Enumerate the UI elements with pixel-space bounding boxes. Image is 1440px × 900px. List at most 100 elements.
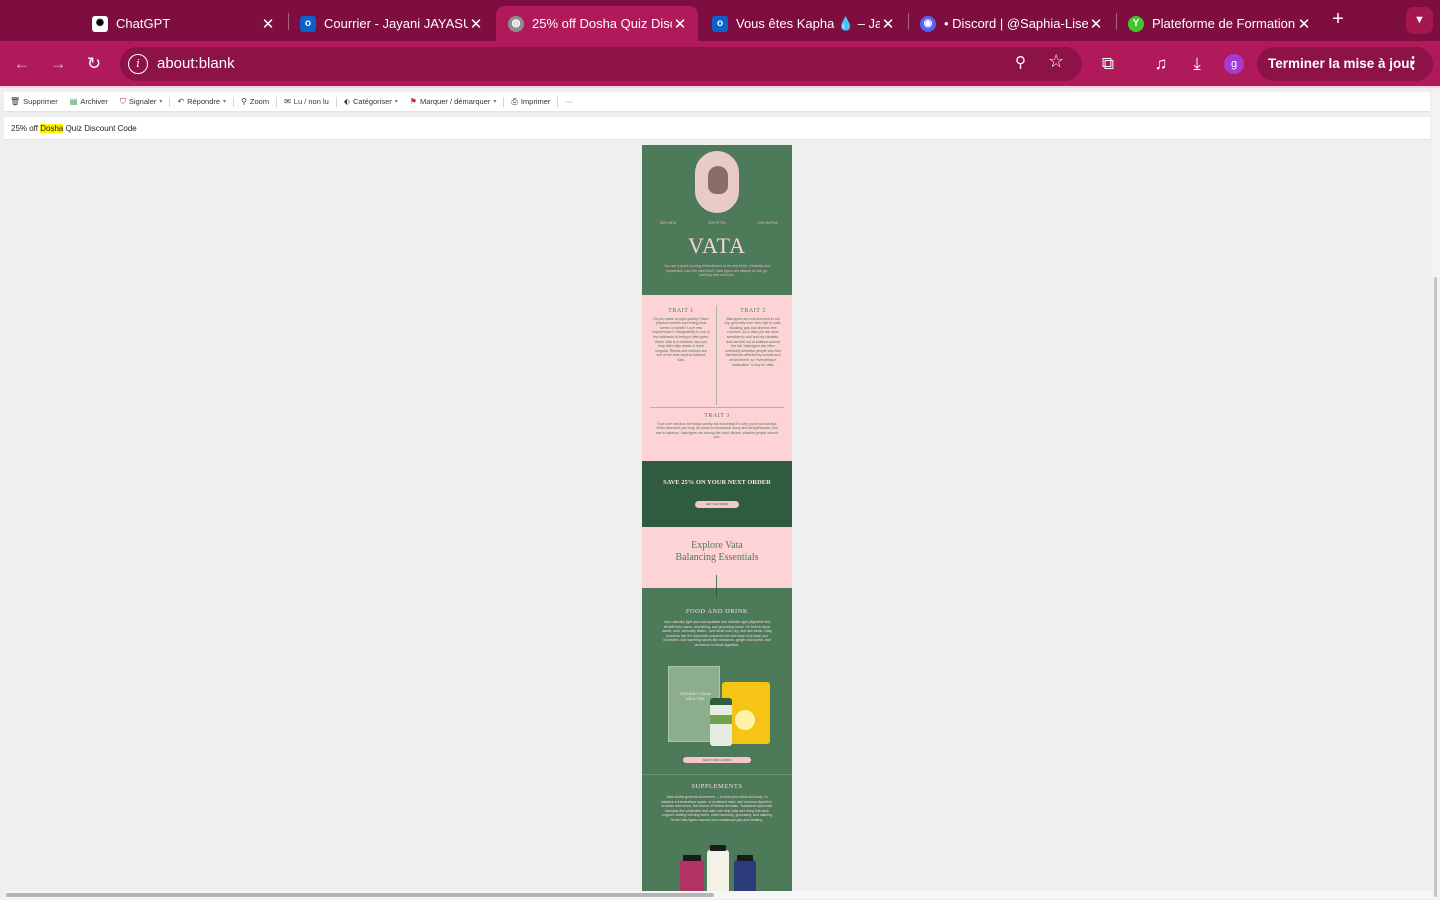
report-button[interactable]: ⛉ Signaler ▾ [114, 92, 169, 112]
offer-banner: SAVE 25% ON YOUR NEXT ORDER GET THE OFFE… [642, 461, 792, 527]
food-heading: FOOD AND DRINK [685, 608, 749, 615]
flag-button[interactable]: ⚑ Marquer / démarquer ▾ [404, 92, 503, 112]
dosha-percent-left: 50% VATA [660, 221, 677, 225]
update-button-label: Terminer la mise à jour [1268, 56, 1415, 71]
read-unread-button[interactable]: ✉ Lu / non lu [278, 92, 335, 112]
pink-bottle-image [680, 855, 704, 891]
print-button[interactable]: ⎙ Imprimer [505, 92, 556, 112]
reply-button[interactable]: ↶ Répondre ▾ [171, 92, 232, 112]
reload-button[interactable]: ↻ [82, 52, 106, 76]
jar-image [710, 698, 732, 746]
tab-outlook-mail[interactable]: o Courrier - Jayani JAYASURIYA - Outlook… [288, 6, 494, 41]
outlook-icon: o [712, 15, 728, 32]
trait-3: TRAIT 3 Your core needs to be things qui… [655, 413, 779, 440]
reading-pane[interactable]: 50% VATA 30% PITTA 20% KAPHA VATA You ar… [4, 143, 1430, 891]
close-tab-icon[interactable]: ✕ [1088, 15, 1104, 33]
close-tab-icon[interactable]: ✕ [1296, 15, 1312, 33]
message-subject: 25% off Dosha Quiz Discount Code [4, 117, 1430, 140]
tag-icon: ⬖ [343, 97, 350, 106]
vertical-scrollbar[interactable] [1432, 92, 1440, 900]
email-body: 50% VATA 30% PITTA 20% KAPHA VATA You ar… [642, 145, 792, 891]
globe-icon: ◍ [508, 15, 524, 32]
forward-button[interactable]: → [46, 52, 70, 76]
discord-icon: ◉ [920, 15, 936, 32]
chevron-down-icon: ▾ [159, 99, 163, 105]
extensions-icon[interactable]: ⧉ [1096, 52, 1120, 76]
close-tab-icon[interactable]: ✕ [468, 15, 484, 33]
bookmark-star-icon[interactable]: ☆ [1048, 51, 1064, 72]
browser-toolbar: ← → ↻ i about:blank ⚲ ☆ ⧉ ♫ ⤓ g Terminer… [0, 41, 1440, 88]
kebab-menu-icon[interactable]: ⋮ [1405, 47, 1421, 81]
dosha-intro: You are a quick moving embodiment of air… [663, 264, 771, 278]
tab-discord[interactable]: ◉ • Discord | @Saphia-Lise ✕ [908, 6, 1114, 41]
back-button[interactable]: ← [10, 52, 34, 76]
horizontal-scrollbar[interactable] [6, 891, 1432, 899]
supplements-section: SUPPLEMENTS Vata dosha governs movement … [642, 774, 792, 891]
tab-title: Courrier - Jayani JAYASURIYA - Outlook [324, 16, 468, 31]
close-tab-icon[interactable]: ✕ [260, 15, 276, 33]
envelope-icon: ✉ [284, 97, 291, 106]
reply-icon: ↶ [177, 97, 185, 106]
message-action-ribbon: 🗑 Supprimer ▤ Archiver ⛉ Signaler ▾ ↶ Répondr… [4, 92, 1430, 112]
email-hero: 50% VATA 30% PITTA 20% KAPHA VATA You ar… [642, 145, 792, 295]
white-bottle-image [707, 845, 729, 891]
zoom-button[interactable]: ⚲ Zoom [235, 92, 275, 112]
media-controls-icon[interactable]: ♫ [1149, 52, 1173, 76]
scrollbar-thumb[interactable] [6, 893, 714, 897]
close-tab-icon[interactable]: ✕ [672, 15, 688, 33]
tab-dosha-discount[interactable]: ◍ 25% off Dosha Quiz Discount Code ✕ [496, 6, 698, 41]
blue-bottle-image [734, 855, 756, 891]
food-text: Your naturally light and cool qualities … [662, 620, 772, 647]
browser-tab-strip: ✺ ChatGPT ✕ o Courrier - Jayani JAYASURI… [0, 0, 1440, 41]
url-text[interactable]: about:blank [157, 55, 235, 72]
trash-icon: 🗑 [10, 97, 21, 106]
chevron-down-icon: ▾ [394, 99, 398, 105]
shield-icon: ⛉ [119, 96, 126, 106]
trait-2: TRAIT 2 Vata types are cold and tend to … [724, 308, 782, 367]
address-bar[interactable]: i about:blank ⚲ ☆ [120, 47, 1082, 81]
dosha-title: VATA [687, 233, 747, 258]
shop-food-button[interactable]: SHOP FOOD & DRINK [683, 757, 751, 763]
new-tab-button[interactable]: + [1327, 8, 1349, 30]
tab-formation[interactable]: Y Plateforme de Formation ✕ [1116, 6, 1322, 41]
close-tab-icon[interactable]: ✕ [880, 15, 896, 33]
offer-title: SAVE 25% ON YOUR NEXT ORDER [663, 479, 771, 486]
dosha-percent-center: 30% PITTA [708, 221, 726, 225]
yellow-y-icon: Y [1128, 15, 1144, 32]
guru-portrait-image [695, 151, 739, 213]
site-info-icon[interactable]: i [128, 54, 148, 74]
explore-heading: Explore Vata Balancing Essentials [675, 540, 759, 563]
get-offer-button[interactable]: GET THE OFFER [695, 501, 739, 508]
chatgpt-icon: ✺ [92, 15, 108, 32]
tab-title: Plateforme de Formation [1152, 16, 1296, 31]
zoom-icon[interactable]: ⚲ [1015, 53, 1026, 71]
tab-kapha-mail[interactable]: o Vous êtes Kapha 💧 – Jayani ✕ [700, 6, 906, 41]
outlook-icon: o [300, 15, 316, 32]
more-actions-button[interactable]: ··· [559, 92, 579, 112]
traits-section: TRAIT 1 Do you wake up light quickly? Ha… [642, 295, 792, 461]
chevron-down-icon: ▾ [223, 99, 227, 105]
printer-icon: ⎙ [511, 96, 518, 106]
finish-update-button[interactable]: Terminer la mise à jour ⋮ [1257, 47, 1433, 81]
scrollbar-thumb[interactable] [1434, 277, 1437, 897]
archive-icon: ▤ [69, 97, 78, 106]
food-drink-section: FOOD AND DRINK Your naturally light and … [642, 588, 792, 774]
archive-button[interactable]: ▤ Archiver [64, 92, 114, 112]
supplements-heading: SUPPLEMENTS [691, 783, 743, 790]
search-highlight: Dosha [40, 124, 64, 133]
delete-button[interactable]: 🗑 Supprimer [4, 92, 64, 112]
explore-section: Explore Vata Balancing Essentials [642, 527, 792, 588]
profile-avatar[interactable]: g [1224, 54, 1244, 74]
supplements-text: Vata dosha governs movement — in both yo… [661, 795, 773, 822]
tab-chatgpt[interactable]: ✺ ChatGPT ✕ [80, 6, 286, 41]
download-icon[interactable]: ⤓ [1185, 52, 1209, 76]
chevron-down-icon: ▾ [493, 99, 497, 105]
tab-title: ChatGPT [116, 16, 171, 31]
zoom-icon: ⚲ [241, 97, 247, 106]
categorize-button[interactable]: ⬖ Catégoriser ▾ [338, 92, 404, 112]
dosha-percent-right: 20% KAPHA [758, 221, 778, 225]
tab-title: 25% off Dosha Quiz Discount Code [532, 16, 672, 31]
tab-search-button[interactable]: ▼ [1406, 7, 1433, 34]
flag-icon: ⚑ [409, 97, 417, 106]
tab-title: Vous êtes Kapha 💧 – Jayani [736, 15, 880, 31]
